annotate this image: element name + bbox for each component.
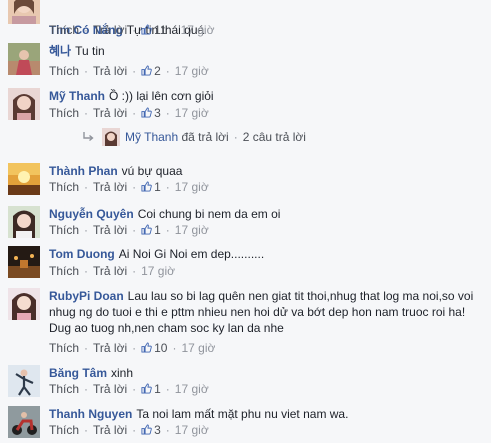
commenter-name[interactable]: 혜나 — [49, 44, 71, 58]
timestamp[interactable]: 17 giờ — [175, 423, 209, 437]
comment-actions: Thích · Trả lời · 1 · 17 giờ — [49, 382, 209, 396]
commenter-name[interactable]: Băng Tâm — [49, 366, 107, 380]
comment-text: xinh — [111, 366, 134, 380]
avatar[interactable] — [8, 43, 40, 75]
like-count[interactable]: 1 — [154, 180, 161, 194]
like-count[interactable]: 2 — [154, 64, 161, 78]
reply-link[interactable]: Trả lời — [93, 382, 127, 396]
commenter-name[interactable]: Tom Duong — [49, 247, 115, 261]
timestamp[interactable]: 17 giờ — [181, 341, 215, 355]
comment-actions: Thích · Trả lời · 2 · 17 giờ — [49, 64, 209, 78]
thumbs-up-icon — [141, 383, 152, 394]
avatar[interactable] — [8, 206, 40, 238]
avatar[interactable] — [8, 0, 40, 24]
replier-name[interactable]: Mỹ Thanh — [125, 130, 178, 144]
comment-text: Tu tin — [75, 44, 105, 58]
like-link[interactable]: Thích — [49, 341, 79, 355]
like-count[interactable]: 1 — [154, 223, 161, 237]
like-count[interactable]: 10 — [154, 341, 167, 355]
reply-link[interactable]: Trả lời — [93, 341, 127, 355]
reply-link[interactable]: Trả lời — [93, 64, 127, 78]
timestamp[interactable]: 17 giờ — [141, 264, 175, 278]
comment-actions: Thích · Trả lời · 3 · 17 giờ — [49, 423, 209, 437]
thumbs-up-icon — [141, 65, 152, 76]
reply-count[interactable]: 2 câu trả lời — [243, 130, 306, 144]
like-link[interactable]: Thích — [49, 264, 79, 278]
comment-actions: Thích · Trả lời · 3 · 17 giờ — [49, 106, 209, 120]
thumbs-up-icon — [141, 24, 152, 35]
avatar[interactable] — [8, 88, 40, 120]
timestamp[interactable]: 17 giờ — [175, 64, 209, 78]
reply-action-text: đã trả lời — [181, 130, 229, 144]
like-count[interactable]: 3 — [154, 423, 161, 437]
thumbs-up-icon — [141, 224, 152, 235]
reply-link[interactable]: Trả lời — [93, 423, 127, 437]
commenter-name[interactable]: Nguyễn Quyên — [49, 207, 134, 221]
comment-thread: Tim Có Nắng Tự tin thái quá Thích · Trả lời… — [0, 0, 491, 440]
replies-summary[interactable]: Mỹ Thanh đã trả lời · 2 câu trả lời — [82, 127, 306, 147]
reply-link[interactable]: Trả lời — [93, 106, 127, 120]
reply-arrow-icon — [83, 132, 94, 142]
like-count[interactable]: 3 — [154, 106, 161, 120]
comment-text: Ồ :)) lại lên cơn giỏi — [109, 89, 214, 103]
like-link[interactable]: Thích — [49, 106, 79, 120]
commenter-name[interactable]: Thanh Nguyen — [49, 407, 132, 421]
like-link[interactable]: Thích — [49, 223, 79, 237]
comment-actions: Thích · Trả lời · 11 · 17 giờ — [49, 23, 215, 37]
comment-actions: Thích · Trả lời · 1 · 17 giờ — [49, 223, 209, 237]
timestamp[interactable]: 17 giờ — [175, 180, 209, 194]
comment-text: Ai Noi Gi Noi em dep.......... — [118, 247, 265, 261]
thumbs-up-icon — [141, 342, 152, 353]
comment-text: Coi chung bi nem da em oi — [137, 207, 281, 221]
commenter-name[interactable]: RubyPi Doan — [49, 289, 124, 303]
timestamp[interactable]: 17 giờ — [175, 223, 209, 237]
timestamp[interactable]: 17 giờ — [175, 382, 209, 396]
avatar[interactable] — [8, 288, 40, 320]
comment-actions: Thích · Trả lời · 10 · 17 giờ — [49, 341, 216, 355]
comment-actions: Thích · Trả lời · 1 · 17 giờ — [49, 180, 209, 194]
timestamp[interactable]: 17 giờ — [175, 106, 209, 120]
avatar[interactable] — [102, 128, 120, 146]
thumbs-up-icon — [141, 181, 152, 192]
comment-text: vú bự quaa — [121, 164, 183, 178]
like-link[interactable]: Thích — [49, 64, 79, 78]
like-link[interactable]: Thích — [49, 180, 79, 194]
like-link[interactable]: Thích — [49, 382, 79, 396]
thumbs-up-icon — [141, 424, 152, 435]
thumbs-up-icon — [141, 107, 152, 118]
reply-link[interactable]: Trả lời — [93, 180, 127, 194]
reply-link[interactable]: Trả lời — [93, 223, 127, 237]
like-count[interactable]: 1 — [154, 382, 161, 396]
commenter-name[interactable]: Mỹ Thanh — [49, 89, 105, 103]
comment-text: Ta noi lam mất mặt phu nu viet nam wa. — [136, 407, 349, 421]
avatar[interactable] — [8, 406, 40, 438]
like-link[interactable]: Thích — [49, 423, 79, 437]
reply-link[interactable]: Trả lời — [93, 23, 127, 37]
like-count[interactable]: 11 — [154, 23, 166, 37]
avatar[interactable] — [8, 163, 40, 195]
comment-actions: Thích · Trả lời · 17 giờ — [49, 264, 175, 278]
avatar[interactable] — [8, 365, 40, 397]
like-link[interactable]: Thích — [49, 23, 79, 37]
avatar[interactable] — [8, 246, 40, 278]
commenter-name[interactable]: Thành Phan — [49, 164, 118, 178]
reply-link[interactable]: Trả lời — [93, 264, 127, 278]
timestamp[interactable]: 17 giờ — [181, 23, 215, 37]
